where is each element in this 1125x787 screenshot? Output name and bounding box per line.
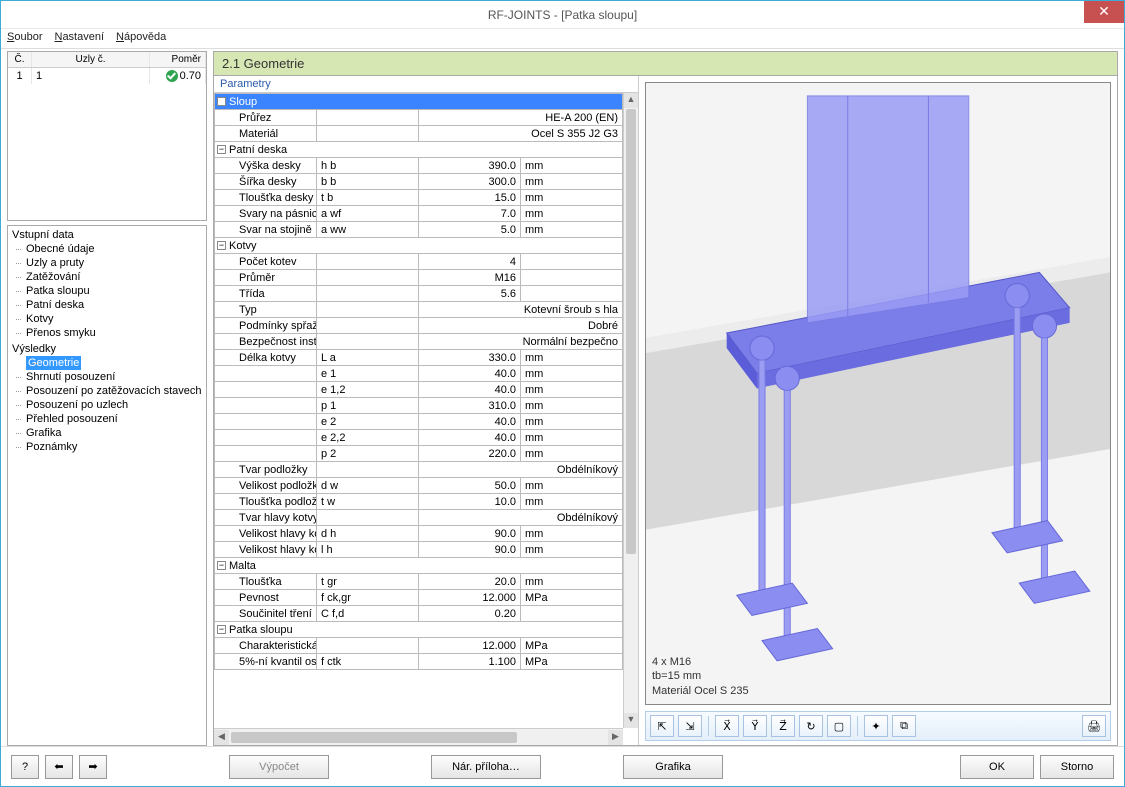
tree-item[interactable]: Patka sloupu [10,284,204,298]
compute-button[interactable]: Výpočet [229,755,329,779]
tree-item[interactable]: Patní deska [10,298,204,312]
expander-icon[interactable]: − [217,625,226,634]
params-label: Parametry [214,76,638,92]
scroll-up-icon[interactable]: ▲ [624,93,638,108]
tb-axis-y-icon[interactable]: Y⃗ [743,715,767,737]
menu-settings[interactable]: Nastavení [54,31,104,46]
tree-item[interactable]: Posouzení po uzlech [10,398,204,412]
tree-item[interactable]: Poznámky [10,440,204,454]
viewer-3d[interactable]: 4 x M16 tb=15 mm Materiál Ocel S 235 [645,82,1111,705]
tb-star-icon[interactable]: ✦ [864,715,888,737]
expander-icon[interactable]: − [217,241,226,250]
expander-icon[interactable]: − [217,561,226,570]
attachment-button[interactable]: Nár. příloha… [431,755,541,779]
expander-icon[interactable]: − [217,145,226,154]
window-title: RF-JOINTS - [Patka sloupu] [488,8,637,22]
menu-help[interactable]: Nápověda [116,31,166,46]
col-pomer: Poměr [150,52,206,67]
cancel-button[interactable]: Storno [1040,755,1114,779]
tree-item[interactable]: Kotvy [10,312,204,326]
scroll-left-icon[interactable]: ◀ [214,730,229,745]
close-button[interactable]: ✕ [1084,1,1124,23]
tree-item[interactable]: Posouzení po zatěžovacích stavech [10,384,204,398]
panel-title: 2.1 Geometrie [214,52,1117,76]
viewer-info: 4 x M16 tb=15 mm Materiál Ocel S 235 [652,655,749,698]
tree-item-geometrie[interactable]: Geometrie [26,356,81,370]
nav-tree: Vstupní data Obecné údaje Uzly a pruty Z… [7,225,207,746]
tb-axis-z-icon[interactable]: Z⃗ [771,715,795,737]
col-uzly: Uzly č. [32,52,150,67]
prev-button[interactable]: ⬅ [45,755,73,779]
scroll-right-icon[interactable]: ▶ [608,730,623,745]
scrollbar-vertical[interactable]: ▲ ▼ [623,93,638,728]
grafika-button[interactable]: Grafika [623,755,723,779]
tree-item[interactable]: Shrnutí posouzení [10,370,204,384]
column-base-3d-icon [646,83,1110,704]
tree-item[interactable]: Zatěžování [10,270,204,284]
cases-table: Č. Uzly č. Poměr 1 1 0.70 [7,51,207,221]
scrollbar-horizontal[interactable]: ◀ ▶ [214,728,623,745]
tb-print-icon[interactable]: 🖨 [1082,715,1106,737]
tb-box-icon[interactable]: ▢ [827,715,851,737]
scroll-thumb[interactable] [626,109,636,554]
tree-item[interactable]: Grafika [10,426,204,440]
tb-copy-icon[interactable]: ⧉ [892,715,916,737]
tree-item[interactable]: Obecné údaje [10,242,204,256]
tb-view1-icon[interactable]: ⇱ [650,715,674,737]
tree-group-results[interactable]: Výsledky [10,342,204,356]
tree-group-input[interactable]: Vstupní data [10,228,204,242]
next-button[interactable]: ➡ [79,755,107,779]
check-icon [166,70,178,82]
tb-rotate-icon[interactable]: ↻ [799,715,823,737]
tb-axis-x-icon[interactable]: X⃗ [715,715,739,737]
tree-item[interactable]: Přenos smyku [10,326,204,340]
menu-file[interactable]: Soubor [7,31,42,46]
titlebar: RF-JOINTS - [Patka sloupu] ✕ [1,1,1124,29]
menubar: Soubor Nastavení Nápověda [1,29,1124,49]
tree-item[interactable]: Uzly a pruty [10,256,204,270]
params-grid: −Sloup PrůřezHE-A 200 (EN) MateriálOcel … [214,93,623,670]
bottom-bar: ? ⬅ ➡ Výpočet Nár. příloha… Grafika OK S… [1,746,1124,786]
expander-icon[interactable]: − [217,97,226,106]
tree-item[interactable]: Přehled posouzení [10,412,204,426]
scroll-down-icon[interactable]: ▼ [624,713,638,728]
tb-view2-icon[interactable]: ⇲ [678,715,702,737]
table-row[interactable]: 1 1 0.70 [8,68,206,84]
scroll-thumb[interactable] [231,732,517,743]
viewer-toolbar: ⇱ ⇲ X⃗ Y⃗ Z⃗ ↻ ▢ ✦ ⧉ 🖨 [645,711,1111,741]
col-c: Č. [8,52,32,67]
help-button[interactable]: ? [11,755,39,779]
ok-button[interactable]: OK [960,755,1034,779]
